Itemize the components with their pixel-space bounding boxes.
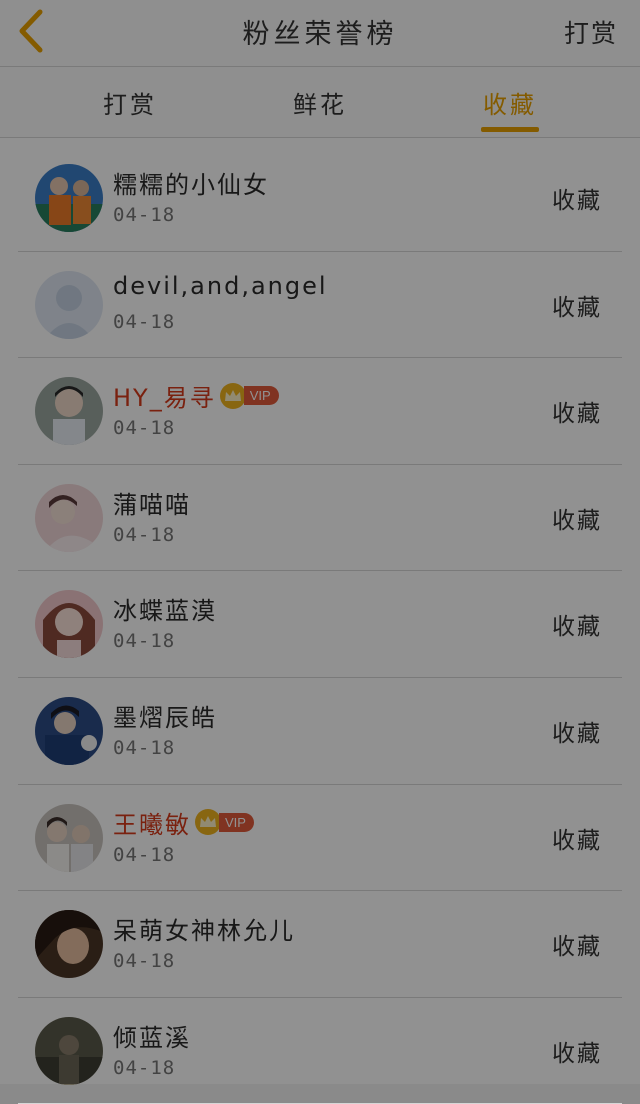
avatar (35, 164, 103, 232)
list-item[interactable]: 冰蝶蓝漠 04-18 收藏 (18, 571, 622, 678)
user-name: 蒲喵喵 (113, 490, 191, 519)
date-label: 04-18 (113, 310, 176, 333)
tab-favorites[interactable]: 收藏 (440, 85, 580, 120)
list-item[interactable]: 呆萌女神林允儿 04-18 收藏 (18, 891, 622, 998)
list-item[interactable]: 糯糯的小仙女 04-18 收藏 (18, 145, 622, 252)
vip-badge: VIP (219, 812, 254, 832)
date-label: 04-18 (113, 843, 176, 866)
tab-bar: 打赏 鲜花 收藏 (0, 67, 640, 138)
list-item[interactable]: 王曦敏 VIP 04-18 收藏 (18, 785, 622, 892)
name-group: 倾蓝溪 (113, 1018, 191, 1053)
avatar (35, 483, 103, 552)
favorite-tag: 收藏 (552, 1040, 602, 1067)
name-group: 蒲喵喵 (113, 485, 191, 520)
name-group: 王曦敏 VIP (113, 805, 254, 840)
user-name: devil,and,angel (113, 271, 328, 300)
date-label: 04-18 (113, 736, 176, 759)
favorite-tag: 收藏 (552, 720, 602, 747)
favorite-tag: 收藏 (552, 401, 602, 428)
name-group: devil,and,angel (113, 272, 328, 300)
user-name: 倾蓝溪 (113, 1023, 191, 1052)
favorite-tag: 收藏 (552, 188, 602, 214)
top-bar: 粉丝荣誉榜 打赏 (0, 0, 640, 67)
avatar (35, 803, 103, 872)
page-title: 粉丝荣誉榜 (242, 19, 398, 50)
name-group: HY_易寻 VIP (113, 378, 279, 413)
vip-badge: VIP (243, 386, 279, 406)
list-item[interactable]: HY_易寻 VIP 04-18 收藏 (18, 358, 622, 465)
name-group: 糯糯的小仙女 (113, 165, 269, 200)
list-item[interactable]: devil,and,angel 04-18 收藏 (18, 252, 622, 359)
name-group: 墨熠辰皓 (113, 698, 217, 733)
user-name: 墨熠辰皓 (113, 703, 217, 732)
date-label: 04-18 (113, 523, 176, 546)
list-item[interactable]: 蒲喵喵 04-18 收藏 (18, 465, 622, 572)
user-name: HY_易寻 (113, 384, 216, 413)
favorite-tag: 收藏 (552, 614, 602, 641)
favorite-tag: 收藏 (552, 827, 602, 854)
avatar (35, 1016, 103, 1085)
fan-list: 糯糯的小仙女 04-18 收藏 devil,and,angel 04-18 收藏 (0, 145, 640, 1104)
avatar (35, 377, 103, 446)
reward-button[interactable]: 打赏 (564, 14, 618, 50)
avatar (35, 910, 103, 979)
active-tab-indicator (481, 127, 539, 132)
date-label: 04-18 (113, 204, 176, 226)
avatar (35, 696, 103, 765)
favorite-tag: 收藏 (552, 507, 602, 534)
date-label: 04-18 (113, 950, 176, 973)
list-item[interactable]: 倾蓝溪 04-18 收藏 (18, 998, 622, 1104)
app-screen: 粉丝荣誉榜 打赏 打赏 鲜花 收藏 糯糯的小仙女 04-18 收藏 devil,… (0, 0, 640, 1104)
crown-icon (219, 382, 246, 409)
name-group: 呆萌女神林允儿 (113, 911, 295, 946)
date-label: 04-18 (113, 417, 176, 440)
user-name: 呆萌女神林允儿 (113, 917, 295, 946)
user-name: 王曦敏 (113, 810, 191, 839)
favorite-tag: 收藏 (552, 294, 602, 321)
favorite-tag: 收藏 (552, 934, 602, 961)
date-label: 04-18 (113, 630, 176, 653)
tab-flowers[interactable]: 鲜花 (250, 85, 390, 120)
tab-reward[interactable]: 打赏 (60, 85, 200, 120)
avatar (35, 270, 103, 339)
crown-icon (195, 809, 221, 836)
list-item[interactable]: 墨熠辰皓 04-18 收藏 (18, 678, 622, 785)
avatar (35, 590, 103, 659)
user-name: 糯糯的小仙女 (113, 171, 269, 199)
date-label: 04-18 (113, 1056, 176, 1079)
user-name: 冰蝶蓝漠 (113, 597, 217, 626)
name-group: 冰蝶蓝漠 (113, 591, 217, 626)
